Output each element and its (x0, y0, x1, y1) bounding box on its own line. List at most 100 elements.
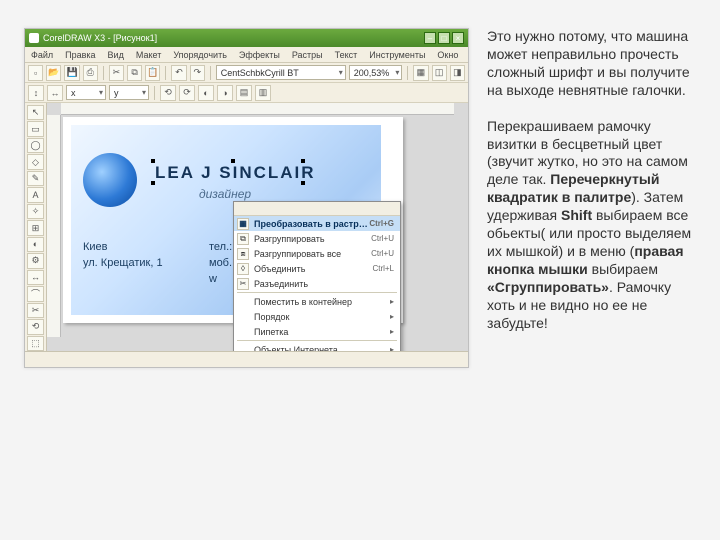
selection-handle[interactable] (231, 159, 235, 163)
ctx-combine[interactable]: ◊ Объединить Ctrl+L (234, 261, 400, 276)
selection-handle[interactable] (301, 181, 305, 185)
tool-icon[interactable]: ▦ (413, 65, 428, 81)
tool-icon[interactable]: ▥ (255, 85, 271, 101)
ctx-order[interactable]: Порядок ▸ (234, 309, 400, 324)
menu-item[interactable]: Вид (102, 50, 130, 60)
pick-tool-icon[interactable]: ↖ (27, 105, 44, 120)
card-mob: моб.: (209, 257, 235, 269)
menu-item[interactable]: Справка (464, 50, 469, 60)
menu-item[interactable]: Окно (431, 50, 464, 60)
tool-icon[interactable]: ◫ (432, 65, 447, 81)
bitmap-icon: ▦ (237, 218, 249, 230)
tool-icon[interactable]: ↕ (28, 85, 44, 101)
ruler-horizontal (61, 103, 454, 115)
work-area: ↖ ▭ ◯ ◇ ✎ A ✧ ⊞ ◐ ⚙ ↔ ⌒ ✂ ⟲ ⬚ (25, 103, 468, 351)
shortcut: Ctrl+G (369, 219, 394, 228)
canvas-area: Lea J Sinclair дизайнер Киев ул. Крещати… (47, 103, 468, 351)
height-combo[interactable]: y (109, 85, 149, 100)
knife-tool-icon[interactable]: ✂ (27, 303, 44, 318)
tool-icon[interactable]: ◨ (450, 65, 465, 81)
toolbox: ↖ ▭ ◯ ◇ ✎ A ✧ ⊞ ◐ ⚙ ↔ ⌒ ✂ ⟲ ⬚ (25, 103, 47, 351)
selection-handle[interactable] (151, 159, 155, 163)
print-icon[interactable]: ⎙ (83, 65, 98, 81)
submenu-arrow-icon: ▸ (390, 297, 394, 306)
tool-icon[interactable]: ◑ (217, 85, 233, 101)
save-icon[interactable]: 💾 (64, 65, 79, 81)
ellipse-tool-icon[interactable]: ◯ (27, 138, 44, 153)
tool-icon[interactable]: ⟲ (160, 85, 176, 101)
ctx-break[interactable]: ✂ Разъединить (234, 276, 400, 291)
poly-tool-icon[interactable]: ◇ (27, 154, 44, 169)
ctx-label: Преобразовать в растр… (254, 219, 368, 229)
property-toolbar: ↕ ↔ x y ⟲ ⟳ ◐ ◑ ▤ ▥ (25, 83, 468, 103)
font-combo[interactable]: CentSchbkCyrill BT (216, 65, 346, 80)
ctx-convert-to-raster[interactable]: ▦ Преобразовать в растр… Ctrl+G (234, 216, 400, 231)
ruler-vertical (47, 115, 61, 337)
card-city: Киев (83, 241, 108, 253)
tool-icon[interactable]: ⟳ (179, 85, 195, 101)
minimize-button[interactable]: – (424, 32, 436, 44)
separator (165, 66, 166, 80)
tool-icon[interactable]: ◐ (198, 85, 214, 101)
ctx-eyedrop[interactable]: Пипетка ▸ (234, 324, 400, 339)
ctx-label: Разгруппировать все (254, 249, 341, 259)
menu-item[interactable]: Правка (59, 50, 101, 60)
outline-tool-icon[interactable]: ⬚ (27, 336, 44, 351)
card-name: Lea J Sinclair (155, 163, 316, 183)
cut-icon[interactable]: ✂ (109, 65, 124, 81)
app-title: CorelDRAW X3 - [Рисунок1] (43, 33, 157, 43)
standard-toolbar: ▫ 📂 💾 ⎙ ✂ ⧉ 📋 ↶ ↷ CentSchbkCyrill BT 200… (25, 63, 468, 83)
new-icon[interactable]: ▫ (28, 65, 43, 81)
tool-icon[interactable]: ▤ (236, 85, 252, 101)
crop-tool-icon[interactable]: ↔ (27, 270, 44, 285)
undo-icon[interactable]: ↶ (171, 65, 186, 81)
menu-item[interactable]: Упорядочить (167, 50, 233, 60)
menu-item[interactable]: Макет (130, 50, 167, 60)
context-menu: ▦ Преобразовать в растр… Ctrl+G ⧉ Разгру… (233, 201, 401, 368)
rect-tool-icon[interactable]: ▭ (27, 121, 44, 136)
copy-icon[interactable]: ⧉ (127, 65, 142, 81)
width-combo[interactable]: x (66, 85, 106, 100)
separator (103, 66, 104, 80)
selection-handle[interactable] (301, 159, 305, 163)
card-addr: ул. Крещатик, 1 (83, 257, 163, 269)
redo-icon[interactable]: ↷ (190, 65, 205, 81)
submenu-arrow-icon: ▸ (390, 327, 394, 336)
curve-tool-icon[interactable]: ⌒ (27, 286, 44, 301)
close-button[interactable]: × (452, 32, 464, 44)
ungroup-icon: ⧉ (237, 233, 249, 245)
shortcut: Ctrl+U (371, 234, 394, 243)
pen-tool-icon[interactable]: ✎ (27, 171, 44, 186)
separator (237, 292, 397, 293)
menubar: Файл Правка Вид Макет Упорядочить Эффект… (25, 47, 468, 63)
titlebar: CorelDRAW X3 - [Рисунок1] – □ × (25, 29, 468, 47)
ungroup-all-icon: ⧈ (237, 248, 249, 260)
text-tool-icon[interactable]: A (27, 187, 44, 202)
rotate-tool-icon[interactable]: ⟲ (27, 319, 44, 334)
submenu-arrow-icon: ▸ (390, 312, 394, 321)
menu-item[interactable]: Растры (286, 50, 329, 60)
context-menu-caption (234, 202, 400, 216)
ctx-label: Разгруппировать (254, 234, 325, 244)
table-tool-icon[interactable]: ⊞ (27, 220, 44, 235)
fill-tool-icon[interactable]: ◐ (27, 237, 44, 252)
zoom-combo[interactable]: 200,53% (349, 65, 403, 80)
menu-item[interactable]: Файл (25, 50, 59, 60)
ctx-ungroup-all[interactable]: ⧈ Разгруппировать все Ctrl+U (234, 246, 400, 261)
menu-item[interactable]: Эффекты (233, 50, 286, 60)
effect-tool-icon[interactable]: ✧ (27, 204, 44, 219)
separator (210, 66, 211, 80)
maximize-button[interactable]: □ (438, 32, 450, 44)
app-icon (29, 33, 39, 43)
menu-item[interactable]: Текст (329, 50, 364, 60)
menu-item[interactable]: Инструменты (363, 50, 431, 60)
selection-handle[interactable] (151, 181, 155, 185)
statusbar (25, 351, 468, 367)
tool-icon[interactable]: ↔ (47, 85, 63, 101)
paste-icon[interactable]: 📋 (145, 65, 160, 81)
open-icon[interactable]: 📂 (46, 65, 61, 81)
slide: CorelDRAW X3 - [Рисунок1] – □ × Файл Пра… (0, 0, 720, 540)
interact-tool-icon[interactable]: ⚙ (27, 253, 44, 268)
ctx-ungroup[interactable]: ⧉ Разгруппировать Ctrl+U (234, 231, 400, 246)
ctx-clip-container[interactable]: Поместить в контейнер ▸ (234, 294, 400, 309)
